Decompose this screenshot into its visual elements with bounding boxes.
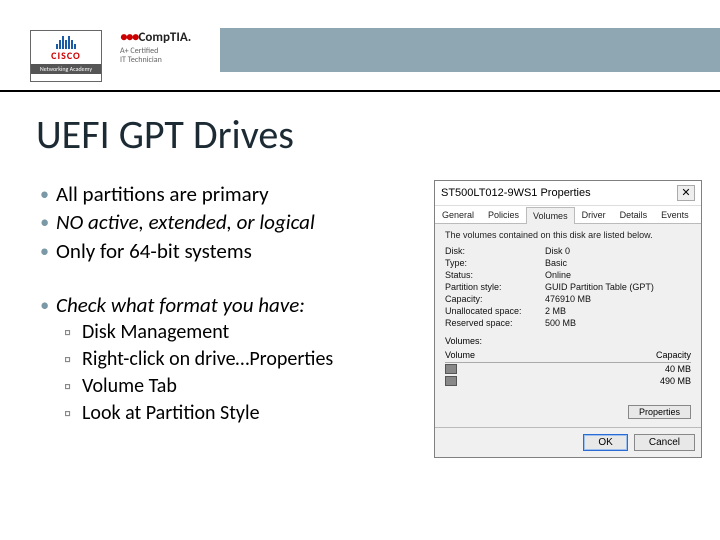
comptia-dots-icon: ●●● xyxy=(120,30,139,45)
sub-bullet-item: Disk Management xyxy=(40,319,430,346)
cancel-button[interactable]: Cancel xyxy=(634,434,695,451)
sub-bullet-item: Right-click on drive…Properties xyxy=(40,346,430,373)
dialog-footer: OK Cancel xyxy=(435,427,701,457)
comptia-logo: ●●● CompTIA. A+ CertifiedIT Technician xyxy=(120,30,230,74)
sub-bullet-item: Volume Tab xyxy=(40,373,430,400)
volumes-header: Volume Capacity xyxy=(445,348,691,363)
ok-button[interactable]: OK xyxy=(583,434,627,451)
header-band xyxy=(0,0,720,72)
volume-icon xyxy=(445,364,457,374)
kv-row: Partition style:GUID Partition Table (GP… xyxy=(445,282,691,292)
dialog-titlebar: ST500LT012-9WS1 Properties ✕ xyxy=(435,181,701,206)
dialog-tabs: General Policies Volumes Driver Details … xyxy=(435,206,701,224)
tab-policies[interactable]: Policies xyxy=(481,206,526,223)
slide-title: UEFI GPT Drives xyxy=(36,110,294,159)
content: All partitions are primary NO active, ex… xyxy=(40,180,430,427)
bullet-item: NO active, extended, or logical xyxy=(40,208,430,236)
volume-row[interactable]: 40 MB xyxy=(445,363,691,375)
properties-dialog: ST500LT012-9WS1 Properties ✕ General Pol… xyxy=(434,180,702,458)
tab-events[interactable]: Events xyxy=(654,206,696,223)
sub-bullet-item: Look at Partition Style xyxy=(40,400,430,427)
cisco-logo: CISCO Networking Academy xyxy=(30,30,102,82)
kv-row: Capacity:476910 MB xyxy=(445,294,691,304)
kv-row: Status:Online xyxy=(445,270,691,280)
cisco-sub: Networking Academy xyxy=(31,64,101,74)
close-button[interactable]: ✕ xyxy=(677,185,695,201)
dialog-title: ST500LT012-9WS1 Properties xyxy=(441,187,591,199)
volumes-label: Volumes: xyxy=(445,336,691,346)
bullet-item: Only for 64-bit systems xyxy=(40,237,430,265)
bullet-item: All partitions are primary xyxy=(40,180,430,208)
comptia-brand: CompTIA xyxy=(139,30,188,45)
dialog-desc: The volumes contained on this disk are l… xyxy=(445,230,691,240)
tab-volumes[interactable]: Volumes xyxy=(526,207,575,224)
header-rule xyxy=(0,90,720,92)
properties-button[interactable]: Properties xyxy=(628,405,691,419)
comptia-cert-2: IT Technician xyxy=(120,55,162,65)
cisco-bars-icon xyxy=(31,31,101,49)
volume-row[interactable]: 490 MB xyxy=(445,375,691,387)
dialog-body: The volumes contained on this disk are l… xyxy=(435,224,701,427)
slide: CISCO Networking Academy ●●● CompTIA. A+… xyxy=(0,0,720,540)
tab-details[interactable]: Details xyxy=(613,206,655,223)
bullet-item: Check what format you have: xyxy=(40,291,430,319)
tab-general[interactable]: General xyxy=(435,206,481,223)
cisco-name: CISCO xyxy=(31,49,101,62)
kv-row: Reserved space:500 MB xyxy=(445,318,691,328)
kv-row: Type:Basic xyxy=(445,258,691,268)
kv-row: Unallocated space:2 MB xyxy=(445,306,691,316)
volume-icon xyxy=(445,376,457,386)
kv-row: Disk:Disk 0 xyxy=(445,246,691,256)
tab-driver[interactable]: Driver xyxy=(575,206,613,223)
